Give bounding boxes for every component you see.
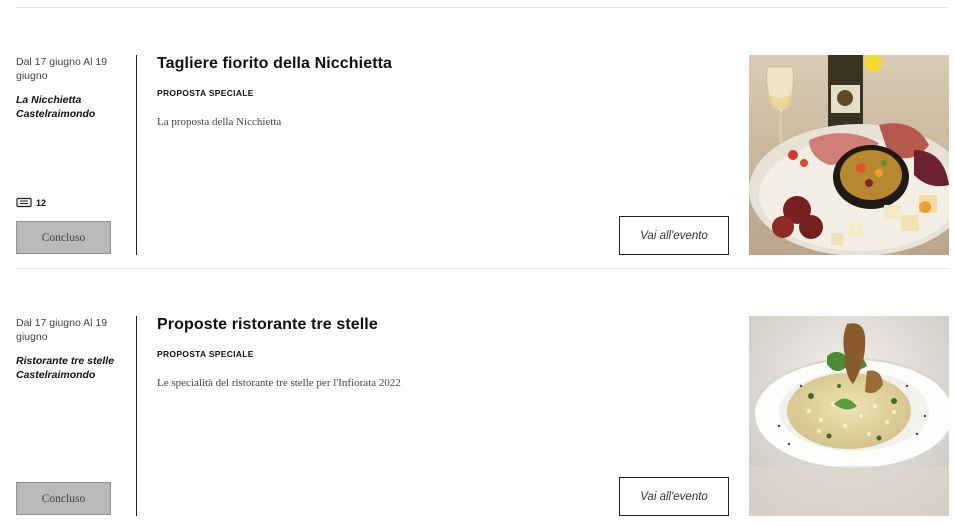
event-category: PROPOSTA SPECIALE: [157, 88, 254, 98]
status-button[interactable]: Concluso: [16, 482, 111, 515]
top-divider: [16, 7, 949, 8]
status-button[interactable]: Concluso: [16, 221, 111, 254]
event-description: La proposta della Nicchietta: [157, 116, 282, 128]
go-to-event-button[interactable]: Vai all'evento: [619, 477, 729, 516]
event-description: Le specialità del ristorante tre stelle …: [157, 377, 401, 389]
event-location[interactable]: Ristorante tre stelle Castelraimondo: [16, 354, 116, 382]
event-title[interactable]: Proposte ristorante tre stelle: [157, 316, 378, 334]
event-category: PROPOSTA SPECIALE: [157, 349, 254, 359]
go-to-event-button[interactable]: Vai all'evento: [619, 216, 729, 255]
event-date: Dal 17 giugno Al 19 giugno: [16, 317, 108, 343]
ticket-icon: [16, 197, 32, 208]
charcuterie-board-photo[interactable]: [749, 55, 949, 255]
card-separator: [136, 316, 137, 516]
event-card: Dal 17 giugno Al 19 giugno Ristorante tr…: [0, 316, 954, 526]
event-location[interactable]: La Nicchietta Castelraimondo: [16, 93, 116, 121]
card-divider: [16, 268, 949, 269]
event-date: Dal 17 giugno Al 19 giugno: [16, 56, 108, 82]
card-separator: [136, 55, 137, 255]
event-title[interactable]: Tagliere fiorito della Nicchietta: [157, 55, 392, 73]
tickets-value: 12: [36, 197, 47, 208]
event-card: Dal 17 giugno Al 19 giugno La Nicchietta…: [0, 55, 954, 265]
risotto-dish-photo[interactable]: [749, 316, 949, 516]
tickets-count: 12: [16, 197, 46, 208]
